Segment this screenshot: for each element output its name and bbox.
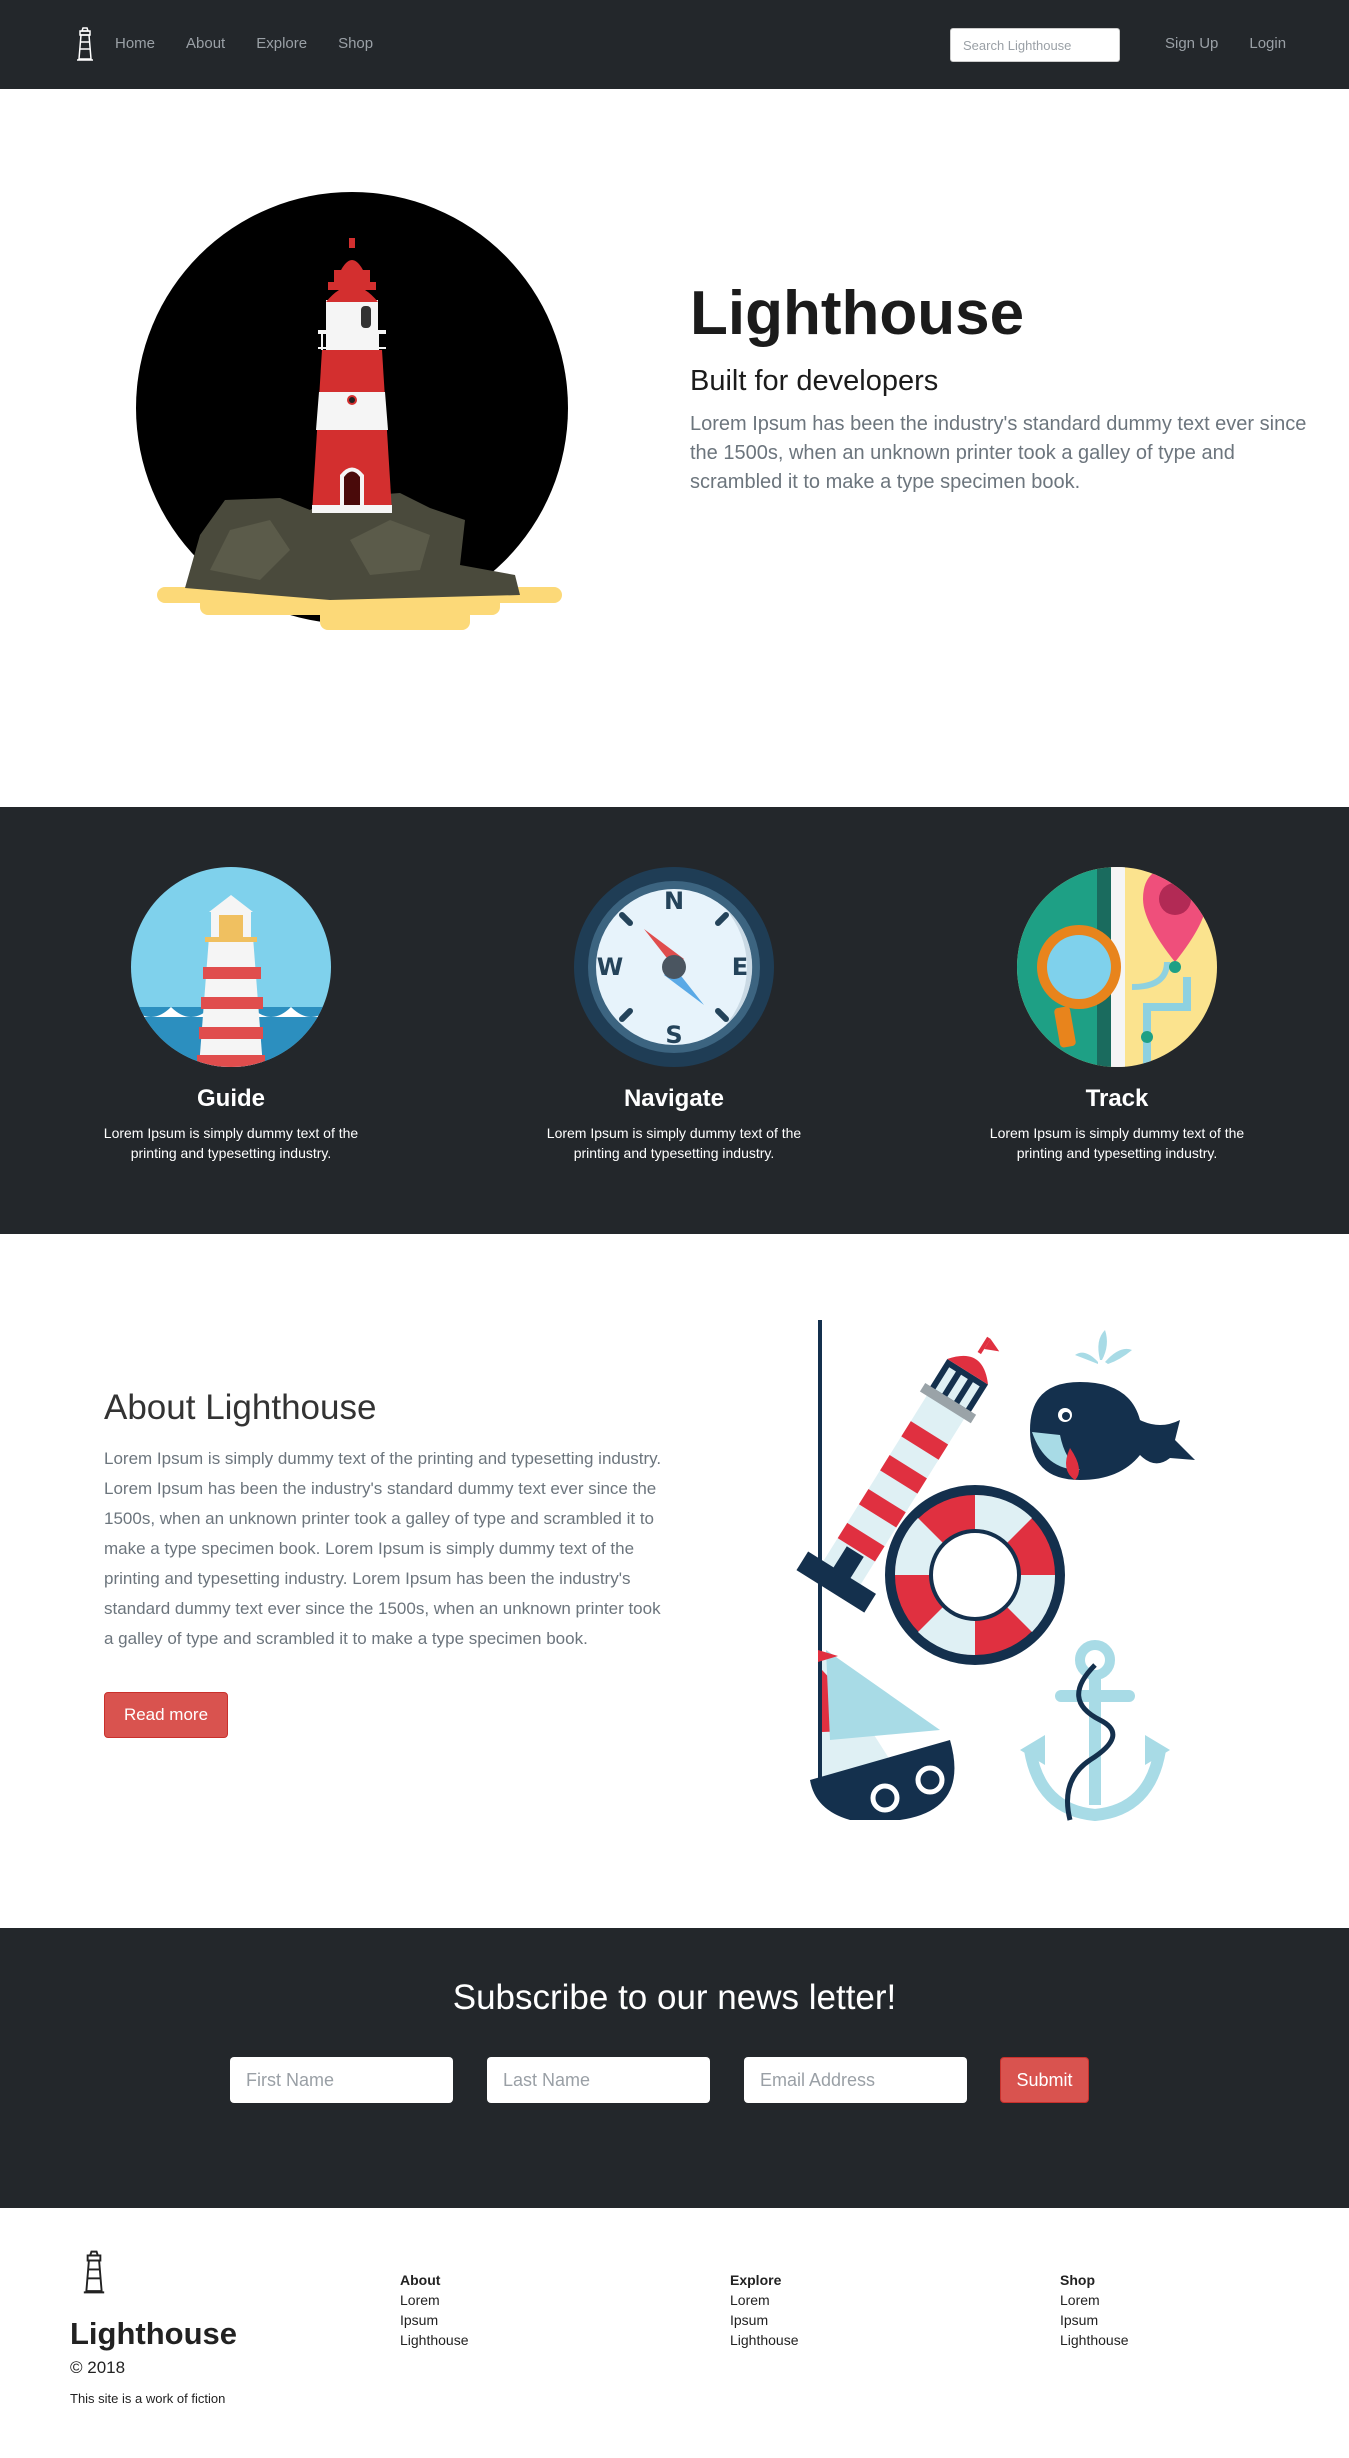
footer-link[interactable]: Ipsum [400,2310,469,2330]
auth-links: Sign Up Login [1165,35,1317,53]
feature-text: Lorem Ipsum is simply dummy text of the … [546,1125,802,1161]
email-field[interactable] [744,2057,967,2103]
page: Home About Explore Shop Sign Up Login [0,0,1349,2458]
footer-column-shop: Shop Lorem Ipsum Lighthouse [1060,2270,1129,2350]
newsletter-section: Subscribe to our news letter! Submit [0,1928,1349,2208]
footer-note: This site is a work of fiction [70,2391,226,2406]
read-more-button[interactable]: Read more [104,1692,228,1738]
footer-link[interactable]: Ipsum [730,2310,799,2330]
features-section: Guide Lorem Ipsum is simply dummy text o… [0,807,1349,1234]
hero-lighthouse-illustration [136,192,568,630]
footer-link[interactable]: Lighthouse [730,2330,799,2350]
feature-navigate: N S W E Navigate Lorem Ipsum is simply d… [524,867,824,1163]
footer-copyright: © 2018 [70,2358,126,2377]
feature-guide: Guide Lorem Ipsum is simply dummy text o… [81,867,381,1163]
compass-north-label: N [664,887,684,915]
nav-links: Home About Explore Shop [115,35,404,53]
feature-text: Lorem Ipsum is simply dummy text of the … [103,1125,359,1161]
feature-title: Navigate [623,1085,725,1112]
about-title: About Lighthouse [104,1388,377,1427]
anchor-icon [1020,1640,1170,1822]
last-name-field[interactable] [487,2057,710,2103]
footer-link[interactable]: Lorem [730,2290,799,2310]
footer-link[interactable]: Lorem [1060,2290,1129,2310]
signup-link[interactable]: Sign Up [1165,35,1218,53]
hero-subtitle: Built for developers [690,365,939,397]
submit-button[interactable]: Submit [1000,2057,1089,2103]
footer: Lighthouse © 2018 This site is a work of… [0,2208,1349,2458]
login-link[interactable]: Login [1249,35,1286,53]
compass-east-label: E [732,953,748,981]
lighthouse-logo-icon [83,2250,105,2294]
footer-column-heading: Shop [1060,2272,1095,2288]
nav-link-home[interactable]: Home [115,35,155,53]
footer-brand: Lighthouse [70,2316,238,2351]
feature-title: Track [1085,1085,1149,1112]
first-name-field[interactable] [230,2057,453,2103]
nautical-illustration [796,1320,1195,1822]
compass-west-label: W [597,953,623,981]
hero-text: Lorem Ipsum has been the industry's stan… [690,413,1307,493]
navbar: Home About Explore Shop Sign Up Login [0,0,1349,89]
footer-link[interactable]: Lorem [400,2290,469,2310]
footer-column-heading: About [400,2272,441,2288]
footer-column-explore: Explore Lorem Ipsum Lighthouse [730,2270,799,2350]
lifebuoy-icon [885,1485,1065,1665]
footer-column-heading: Explore [730,2272,782,2288]
feature-track: Track Lorem Ipsum is simply dummy text o… [967,867,1267,1163]
lighthouse-logo-icon[interactable] [74,26,96,62]
about-text: Lorem Ipsum is simply dummy text of the … [104,1449,662,1648]
compass-south-label: S [665,1021,682,1049]
footer-link[interactable]: Ipsum [1060,2310,1129,2330]
search-input[interactable] [950,28,1120,62]
feature-text: Lorem Ipsum is simply dummy text of the … [989,1125,1245,1161]
footer-link[interactable]: Lighthouse [400,2330,469,2350]
lighthouse-icon [131,867,331,1067]
compass-icon: N S W E [574,867,774,1067]
nav-link-explore[interactable]: Explore [256,35,307,53]
map-icon [1017,867,1217,1067]
hero-title: Lighthouse [690,279,1025,348]
newsletter-title: Subscribe to our news letter! [452,1978,897,2017]
whale-icon [1030,1330,1195,1480]
footer-link[interactable]: Lighthouse [1060,2330,1129,2350]
feature-title: Guide [196,1085,265,1112]
nav-link-about[interactable]: About [186,35,225,53]
nav-link-shop[interactable]: Shop [338,35,373,53]
footer-column-about: About Lorem Ipsum Lighthouse [400,2270,469,2350]
